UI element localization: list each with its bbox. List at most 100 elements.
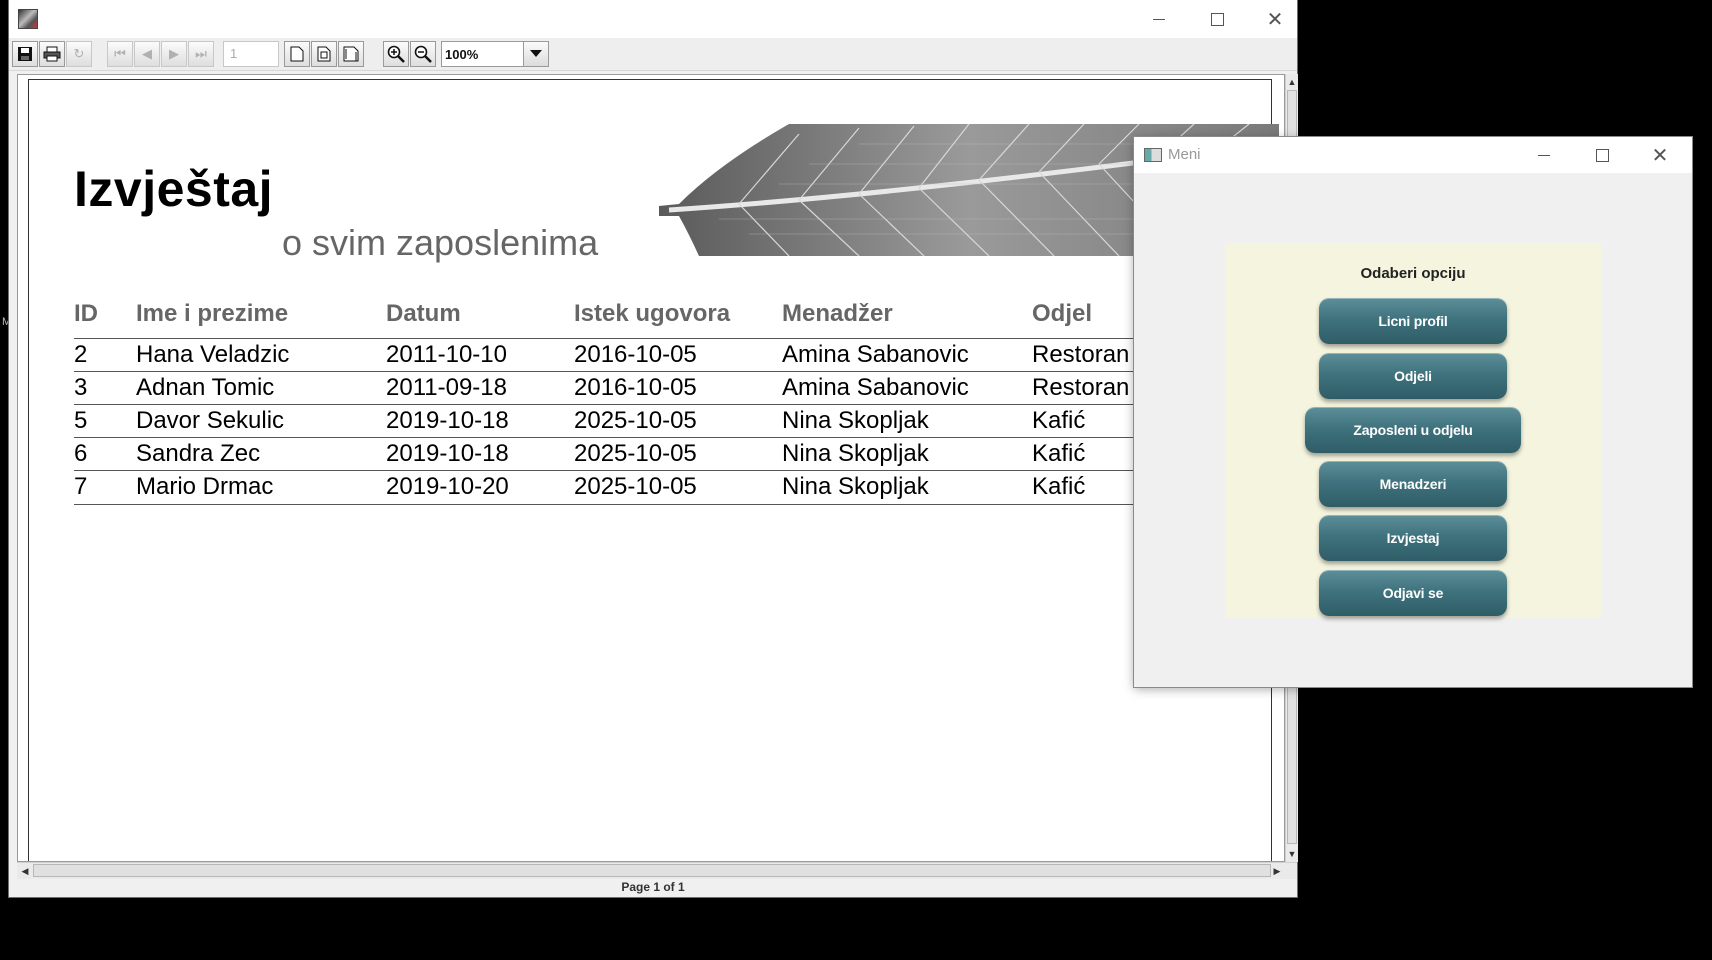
cell-expiry: 2016-10-05 (574, 374, 697, 401)
reload-button[interactable]: ↻ (66, 41, 92, 67)
menu-heading: Odaberi opciju (1360, 265, 1466, 282)
horizontal-scrollbar[interactable]: ◀ ▶ (17, 862, 1297, 879)
window-icon (1144, 148, 1162, 162)
report-page: Izvještaj o svim zaposlenima ID Ime i pr… (28, 79, 1279, 861)
actual-size-button[interactable] (284, 41, 310, 67)
chevron-down-icon (530, 50, 542, 57)
report-viewer-window: ✕ ↻ ⏮ ◀ ▶ ⏭ 1 100% Izvještaj o svim zapo… (9, 0, 1298, 897)
close-icon: ✕ (1651, 143, 1669, 167)
cell-department: Kafić (1032, 473, 1086, 500)
printer-icon (43, 46, 61, 62)
col-header-department: Odjel (1032, 300, 1093, 327)
cell-id: 7 (74, 473, 88, 500)
cell-name: Adnan Tomic (136, 374, 275, 401)
zoom-out-button[interactable] (410, 41, 436, 67)
odjeli-button[interactable]: Odjeli (1319, 353, 1507, 399)
table-row: 7 Mario Drmac 2019-10-20 2025-10-05 Nina… (74, 470, 1274, 505)
cell-name: Mario Drmac (136, 473, 274, 500)
viewer-toolbar: ↻ ⏮ ◀ ▶ ⏭ 1 100% (9, 38, 1297, 71)
table-row: 6 Sandra Zec 2019-10-18 2025-10-05 Nina … (74, 437, 1274, 471)
zoom-select[interactable]: 100% (441, 41, 549, 67)
cell-date: 2019-10-18 (386, 407, 509, 434)
cell-name: Sandra Zec (136, 440, 261, 467)
last-page-icon: ⏭ (195, 46, 207, 61)
report-scroll-area[interactable]: Izvještaj o svim zaposlenima ID Ime i pr… (17, 74, 1285, 862)
minimize-icon (1538, 154, 1550, 156)
page-icon (290, 46, 304, 62)
cell-expiry: 2025-10-05 (574, 473, 697, 500)
col-header-id: ID (74, 300, 98, 327)
zoom-dropdown-button[interactable] (523, 42, 548, 66)
cell-manager: Nina Skopljak (782, 407, 929, 434)
zaposleni-u-odjelu-button[interactable]: Zaposleni u odjelu (1305, 407, 1521, 453)
cell-expiry: 2025-10-05 (574, 407, 697, 434)
fit-page-button[interactable] (311, 41, 337, 67)
menadzeri-button[interactable]: Menadzeri (1319, 461, 1507, 507)
cell-date: 2011-09-18 (386, 374, 507, 401)
cell-department: Kafić (1032, 440, 1086, 467)
meni-minimize-button[interactable] (1515, 137, 1573, 173)
page-status: Page 1 of 1 (9, 880, 1297, 897)
zoom-value: 100% (445, 47, 479, 62)
zoom-in-button[interactable] (383, 41, 409, 67)
scroll-right-arrow-icon[interactable]: ▶ (1269, 863, 1285, 879)
meni-window: Meni ✕ Odaberi opciju Licni profil Odjel… (1134, 137, 1692, 687)
report-title: Izvještaj (74, 161, 274, 217)
scroll-down-arrow-icon[interactable]: ▼ (1286, 846, 1298, 862)
save-button[interactable] (12, 41, 38, 67)
cell-manager: Nina Skopljak (782, 473, 929, 500)
fit-width-button[interactable] (338, 41, 364, 67)
cell-expiry: 2025-10-05 (574, 440, 697, 467)
minimize-button[interactable] (1130, 0, 1188, 38)
col-header-contract-expiry: Istek ugovora (574, 300, 731, 327)
cell-manager: Amina Sabanovic (782, 341, 969, 368)
col-header-manager: Menadžer (782, 300, 893, 327)
previous-page-icon: ◀ (142, 46, 152, 61)
previous-page-button[interactable]: ◀ (134, 41, 160, 67)
meni-close-button[interactable]: ✕ (1631, 137, 1689, 173)
scroll-left-arrow-icon[interactable]: ◀ (17, 863, 33, 879)
page-number-input[interactable]: 1 (223, 41, 279, 67)
save-icon (18, 47, 32, 61)
maximize-icon (1210, 12, 1224, 26)
cell-id: 2 (74, 341, 88, 368)
close-icon: ✕ (1266, 7, 1284, 31)
java-app-icon (18, 9, 38, 29)
odjavi-se-button[interactable]: Odjavi se (1319, 570, 1507, 616)
first-page-button[interactable]: ⏮ (107, 41, 133, 67)
meni-maximize-button[interactable] (1573, 137, 1631, 173)
cell-department: Restoran (1032, 374, 1130, 401)
cell-manager: Nina Skopljak (782, 440, 929, 467)
cell-department: Restoran (1032, 341, 1130, 368)
col-header-name: Ime i prezime (136, 300, 289, 327)
meni-titlebar: Meni ✕ (1134, 137, 1692, 173)
table-row: 5 Davor Sekulic 2019-10-18 2025-10-05 Ni… (74, 404, 1274, 438)
table-row: 3 Adnan Tomic 2011-09-18 2016-10-05 Amin… (74, 371, 1274, 405)
minimize-icon (1153, 18, 1165, 20)
scroll-up-arrow-icon[interactable]: ▲ (1286, 74, 1298, 90)
licni-profil-button[interactable]: Licni profil (1319, 298, 1507, 344)
maximize-icon (1595, 148, 1609, 162)
zoom-out-icon (414, 45, 432, 63)
viewer-titlebar: ✕ (9, 0, 1297, 38)
first-page-icon: ⏮ (114, 46, 126, 61)
close-button[interactable]: ✕ (1246, 0, 1304, 38)
cell-expiry: 2016-10-05 (574, 341, 697, 368)
report-subtitle: o svim zaposlenima (282, 222, 599, 263)
next-page-button[interactable]: ▶ (161, 41, 187, 67)
horizontal-scroll-thumb[interactable] (33, 864, 1271, 877)
cell-id: 5 (74, 407, 88, 434)
cell-name: Hana Veladzic (136, 341, 290, 368)
print-button[interactable] (39, 41, 65, 67)
col-header-date: Datum (386, 300, 461, 327)
last-page-button[interactable]: ⏭ (188, 41, 214, 67)
fit-width-icon (343, 46, 359, 62)
reload-icon: ↻ (73, 46, 85, 61)
cell-date: 2019-10-18 (386, 440, 509, 467)
cell-manager: Amina Sabanovic (782, 374, 969, 401)
meni-window-title: Meni (1168, 146, 1201, 163)
izvjestaj-button[interactable]: Izvjestaj (1319, 515, 1507, 561)
cell-department: Kafić (1032, 407, 1086, 434)
table-row: 2 Hana Veladzic 2011-10-10 2016-10-05 Am… (74, 338, 1274, 372)
maximize-button[interactable] (1188, 0, 1246, 38)
